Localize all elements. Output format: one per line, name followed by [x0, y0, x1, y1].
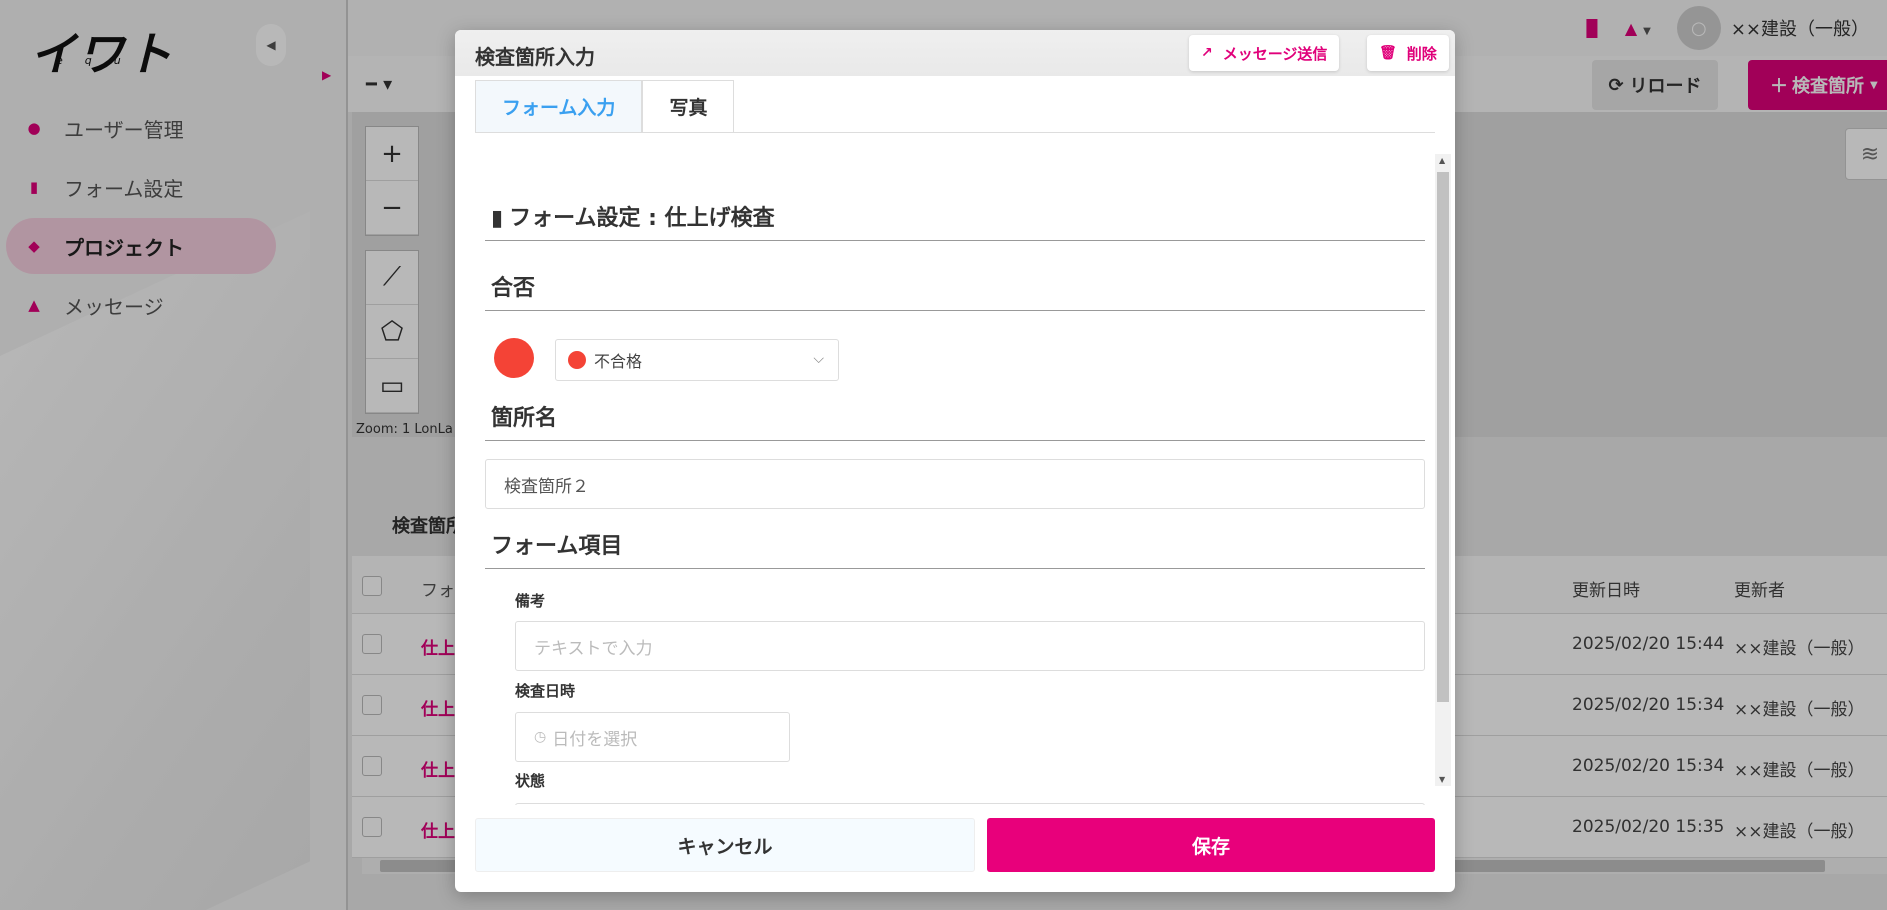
pass-fail-section-title: 合否 [485, 270, 1425, 311]
form-setting-title: ▮ フォーム設定 : 仕上げ検査 [485, 200, 1425, 241]
tabs-divider [475, 132, 1435, 133]
inspection-date-placeholder: 日付を選択 [552, 729, 638, 750]
pass-fail-select[interactable]: 不合格 ⌵ [555, 339, 839, 381]
modal-title: 検査箇所入力 [475, 45, 595, 69]
inspection-date-picker[interactable]: ◷ 日付を選択 [515, 712, 790, 762]
status-indicator [494, 338, 534, 378]
external-link-icon: ↗ [1201, 45, 1213, 61]
cancel-button[interactable]: キャンセル [475, 818, 975, 872]
chevron-down-icon: ⌵ [813, 351, 824, 367]
send-message-label: メッセージ送信 [1222, 44, 1328, 63]
clock-icon: ◷ [534, 729, 547, 745]
location-name-section-title: 箇所名 [485, 400, 1425, 441]
tab-photos[interactable]: 写真 [642, 80, 735, 132]
remarks-input[interactable]: テキストで入力 [515, 621, 1425, 671]
modal-body: ▮ フォーム設定 : 仕上げ検査 合否 不合格 ⌵ 箇所名 検査箇所２ フォーム項… [485, 155, 1425, 805]
clipboard-icon: ▮ [491, 206, 504, 231]
modal-header: 検査箇所入力 ↗ メッセージ送信 🗑 削除 [455, 30, 1455, 76]
inspection-point-modal: 検査箇所入力 ↗ メッセージ送信 🗑 削除 フォーム入力 写真 ▮ フォーム設定 … [455, 30, 1455, 892]
scrollbar-thumb[interactable] [1437, 172, 1449, 702]
scroll-down-icon[interactable]: ▼ [1439, 775, 1445, 784]
delete-label: 削除 [1406, 44, 1437, 63]
save-button[interactable]: 保存 [987, 818, 1435, 872]
modal-footer: キャンセル 保存 [455, 810, 1455, 892]
state-label: 状態 [515, 772, 546, 790]
modal-tabs: フォーム入力 写真 [475, 80, 735, 132]
scroll-up-icon[interactable]: ▲ [1439, 156, 1445, 165]
state-input[interactable] [515, 803, 1425, 805]
tab-form-input[interactable]: フォーム入力 [475, 80, 643, 132]
status-dot [568, 351, 586, 369]
inspection-date-label: 検査日時 [515, 682, 576, 700]
modal-vertical-scrollbar[interactable]: ▲ ▼ [1435, 154, 1451, 786]
remarks-label: 備考 [515, 592, 546, 610]
send-message-button[interactable]: ↗ メッセージ送信 [1189, 35, 1340, 71]
delete-button[interactable]: 🗑 削除 [1367, 35, 1449, 71]
location-name-input[interactable]: 検査箇所２ [485, 459, 1425, 509]
pass-fail-value: 不合格 [594, 352, 643, 371]
form-setting-title-text: フォーム設定 : 仕上げ検査 [509, 206, 775, 231]
trash-icon: 🗑 [1379, 45, 1397, 61]
form-items-section-title: フォーム項目 [485, 528, 1425, 569]
